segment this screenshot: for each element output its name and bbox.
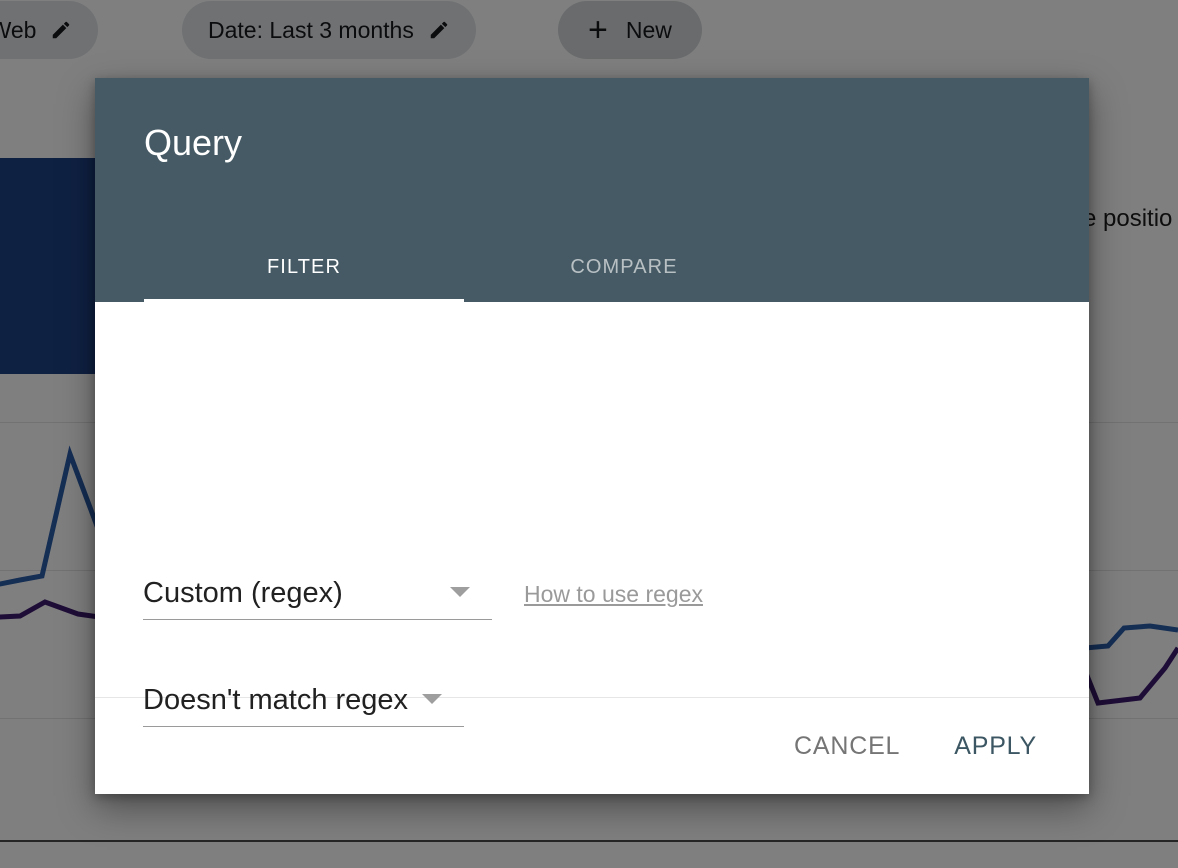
operator-value: Doesn't match regex bbox=[143, 684, 408, 717]
query-filter-dialog: Query FILTER COMPARE Custom (regex) How … bbox=[95, 78, 1089, 794]
tab-filter[interactable]: FILTER bbox=[144, 232, 464, 302]
tab-compare[interactable]: COMPARE bbox=[464, 232, 784, 302]
tab-filter-label: FILTER bbox=[267, 256, 341, 279]
apply-button[interactable]: APPLY bbox=[948, 724, 1043, 769]
chevron-down-icon bbox=[450, 587, 470, 597]
screen-root: e: Web Date: Last 3 months + New bbox=[0, 0, 1178, 868]
dialog-tabs: FILTER COMPARE bbox=[144, 232, 784, 302]
filter-value-field bbox=[143, 792, 1040, 794]
dialog-body: Custom (regex) How to use regex Doesn't … bbox=[95, 302, 1089, 697]
filter-type-field: Custom (regex) bbox=[143, 577, 492, 620]
chevron-down-icon bbox=[422, 694, 442, 704]
filter-type-value: Custom (regex) bbox=[143, 577, 343, 610]
filter-type-select[interactable]: Custom (regex) bbox=[143, 577, 492, 620]
dialog-title: Query bbox=[144, 122, 242, 164]
cancel-button[interactable]: CANCEL bbox=[788, 724, 906, 769]
how-to-use-regex-link[interactable]: How to use regex bbox=[524, 581, 703, 608]
operator-field: Doesn't match regex bbox=[143, 684, 464, 727]
filter-value-input[interactable] bbox=[143, 792, 1040, 794]
tab-compare-label: COMPARE bbox=[570, 256, 677, 279]
dialog-header: Query FILTER COMPARE bbox=[95, 78, 1089, 302]
operator-select[interactable]: Doesn't match regex bbox=[143, 684, 464, 727]
